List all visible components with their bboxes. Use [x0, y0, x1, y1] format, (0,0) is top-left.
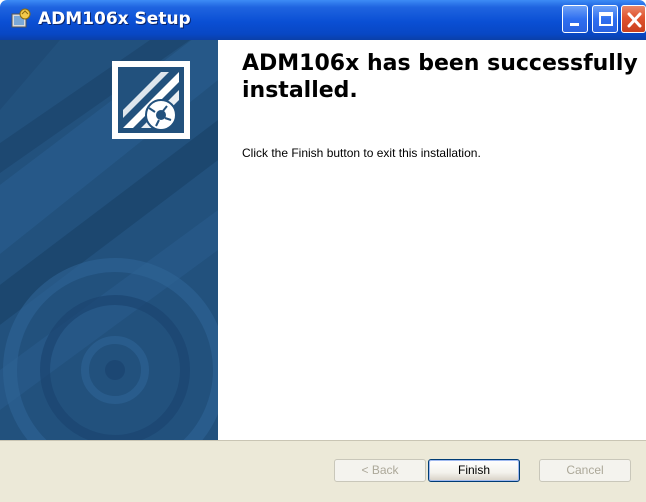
- setup-logo-icon: [112, 61, 190, 139]
- completion-heading: ADM106x has been successfully installed.: [242, 51, 638, 103]
- minimize-icon: [570, 23, 579, 26]
- button-bar: < Back Finish Cancel: [0, 440, 646, 502]
- setup-banner: [0, 40, 218, 440]
- finish-button[interactable]: Finish: [428, 459, 520, 482]
- back-button[interactable]: < Back: [334, 459, 426, 482]
- completion-message: Click the Finish button to exit this ins…: [242, 146, 481, 160]
- maximize-button[interactable]: [592, 5, 618, 33]
- window-title: ADM106x Setup: [38, 9, 191, 29]
- cancel-button[interactable]: Cancel: [539, 459, 631, 482]
- close-icon: [627, 12, 642, 28]
- close-button[interactable]: [621, 5, 646, 33]
- maximize-icon: [599, 12, 613, 26]
- minimize-button[interactable]: [562, 5, 588, 33]
- installer-icon: [10, 8, 32, 30]
- setup-logo: [111, 60, 191, 140]
- title-bar[interactable]: ADM106x Setup: [0, 0, 646, 40]
